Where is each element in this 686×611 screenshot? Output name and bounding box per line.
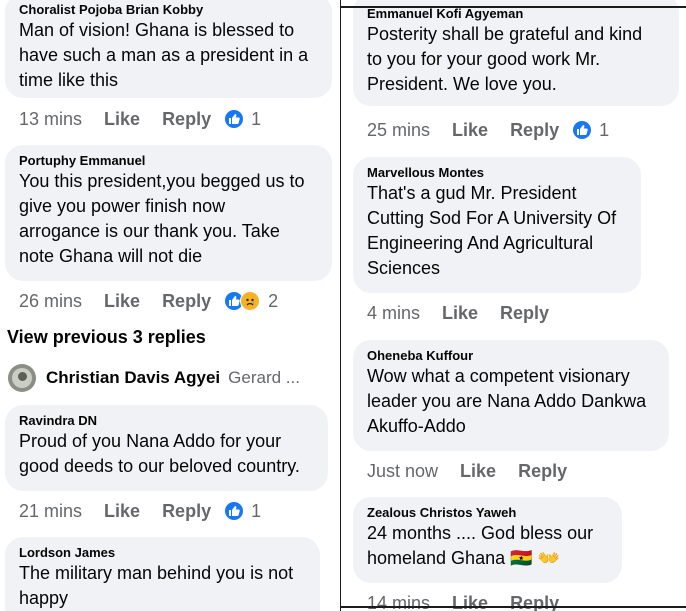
comment-text: The military man behind you is not happy (19, 563, 294, 608)
reply-button[interactable]: Reply (162, 501, 211, 522)
reply-button[interactable]: Reply (518, 461, 567, 482)
comment-author[interactable]: Ravindra DN (19, 413, 314, 429)
right-screenshot-panel: Emmanuel Kofi Agyeman Posterity shall be… (341, 0, 686, 611)
comment-time[interactable]: 14 mins (367, 593, 430, 611)
comment-text: Posterity shall be grateful and kind to … (367, 24, 643, 94)
comment-text: Wow what a competent visionary leader yo… (367, 366, 647, 436)
comment-time[interactable]: 26 mins (19, 291, 82, 312)
comment-author[interactable]: Choralist Pojoba Brian Kobby (19, 2, 318, 18)
reply-button[interactable]: Reply (510, 120, 559, 141)
like-button[interactable]: Like (104, 109, 140, 130)
view-previous-replies-link[interactable]: View previous 3 replies (7, 327, 206, 348)
comment-actions: 25 mins Like Reply 1 (367, 118, 609, 142)
comment-time[interactable]: 21 mins (19, 501, 82, 522)
comment-actions: 14 mins Like Reply (367, 591, 581, 611)
collapsed-reply-row[interactable]: Christian Davis Agyei Gerard ... (8, 364, 300, 392)
avatar[interactable] (8, 364, 36, 392)
panel-bottom-border (341, 606, 686, 608)
reaction-summary[interactable]: 1 (573, 120, 609, 141)
comment-actions: Just now Like Reply (367, 459, 589, 483)
reply-button[interactable]: Reply (500, 303, 549, 324)
reaction-summary[interactable]: 1 (225, 501, 261, 522)
reply-author[interactable]: Christian Davis Agyei (46, 368, 220, 388)
comment-bubble: Portuphy Emmanuel You this president,you… (5, 145, 332, 281)
thumbs-up-icon (573, 121, 592, 139)
like-button[interactable]: Like (452, 593, 488, 611)
comment-text: That's a gud Mr. President Cutting Sod F… (367, 183, 617, 278)
comment-time[interactable]: 25 mins (367, 120, 430, 141)
comment-author[interactable]: Lordson James (19, 545, 306, 561)
comment-text: Proud of you Nana Addo for your good dee… (19, 431, 300, 476)
reaction-count: 1 (251, 108, 262, 129)
comment-bubble: Ravindra DN Proud of you Nana Addo for y… (5, 405, 328, 491)
comment-time[interactable]: 4 mins (367, 303, 420, 324)
comment-bubble: Lordson James The military man behind yo… (5, 537, 320, 611)
like-button[interactable]: Like (104, 501, 140, 522)
comment-text: Man of vision! Ghana is blessed to have … (19, 20, 309, 90)
reaction-count: 2 (268, 290, 279, 311)
comment-time[interactable]: Just now (367, 461, 438, 482)
like-button[interactable]: Like (460, 461, 496, 482)
reply-preview: Gerard ... (228, 368, 300, 387)
comment-author[interactable]: Marvellous Montes (367, 165, 627, 181)
comment-text: 24 months .... God bless our homeland Gh… (367, 523, 594, 568)
comment-author[interactable]: Emmanuel Kofi Agyeman (367, 6, 665, 22)
reply-button[interactable]: Reply (162, 291, 211, 312)
comment-bubble: Oheneba Kuffour Wow what a competent vis… (353, 340, 669, 451)
reaction-count: 1 (251, 500, 262, 521)
thumbs-up-icon (225, 110, 244, 128)
comment-time[interactable]: 13 mins (19, 109, 82, 130)
comment-text: You this president,you begged us to give… (19, 171, 305, 266)
reply-button[interactable]: Reply (162, 109, 211, 130)
sad-face-icon (240, 291, 261, 311)
comment-bubble: Emmanuel Kofi Agyeman Posterity shall be… (353, 0, 679, 106)
comment-author[interactable]: Zealous Christos Yaweh (367, 505, 608, 521)
left-screenshot-panel: Choralist Pojoba Brian Kobby Man of visi… (0, 0, 340, 611)
reply-button[interactable]: Reply (510, 593, 559, 611)
comment-actions: 26 mins Like Reply 2 (19, 289, 278, 313)
comment-author[interactable]: Oheneba Kuffour (367, 348, 655, 364)
thumbs-up-icon (225, 502, 244, 520)
comment-bubble: Marvellous Montes That's a gud Mr. Presi… (353, 157, 641, 293)
comment-author[interactable]: Portuphy Emmanuel (19, 153, 318, 169)
like-button[interactable]: Like (104, 291, 140, 312)
comment-bubble: Choralist Pojoba Brian Kobby Man of visi… (5, 0, 332, 98)
comment-bubble: Zealous Christos Yaweh 24 months .... Go… (353, 497, 622, 583)
reaction-count: 1 (599, 119, 610, 140)
like-button[interactable]: Like (442, 303, 478, 324)
reaction-summary[interactable]: 2 (225, 291, 278, 312)
comment-actions: 4 mins Like Reply (367, 301, 571, 325)
comment-actions: 21 mins Like Reply 1 (19, 499, 261, 523)
comment-actions: 13 mins Like Reply 1 (19, 107, 261, 131)
like-button[interactable]: Like (452, 120, 488, 141)
panel-top-border (341, 6, 686, 8)
reaction-summary[interactable]: 1 (225, 109, 261, 130)
